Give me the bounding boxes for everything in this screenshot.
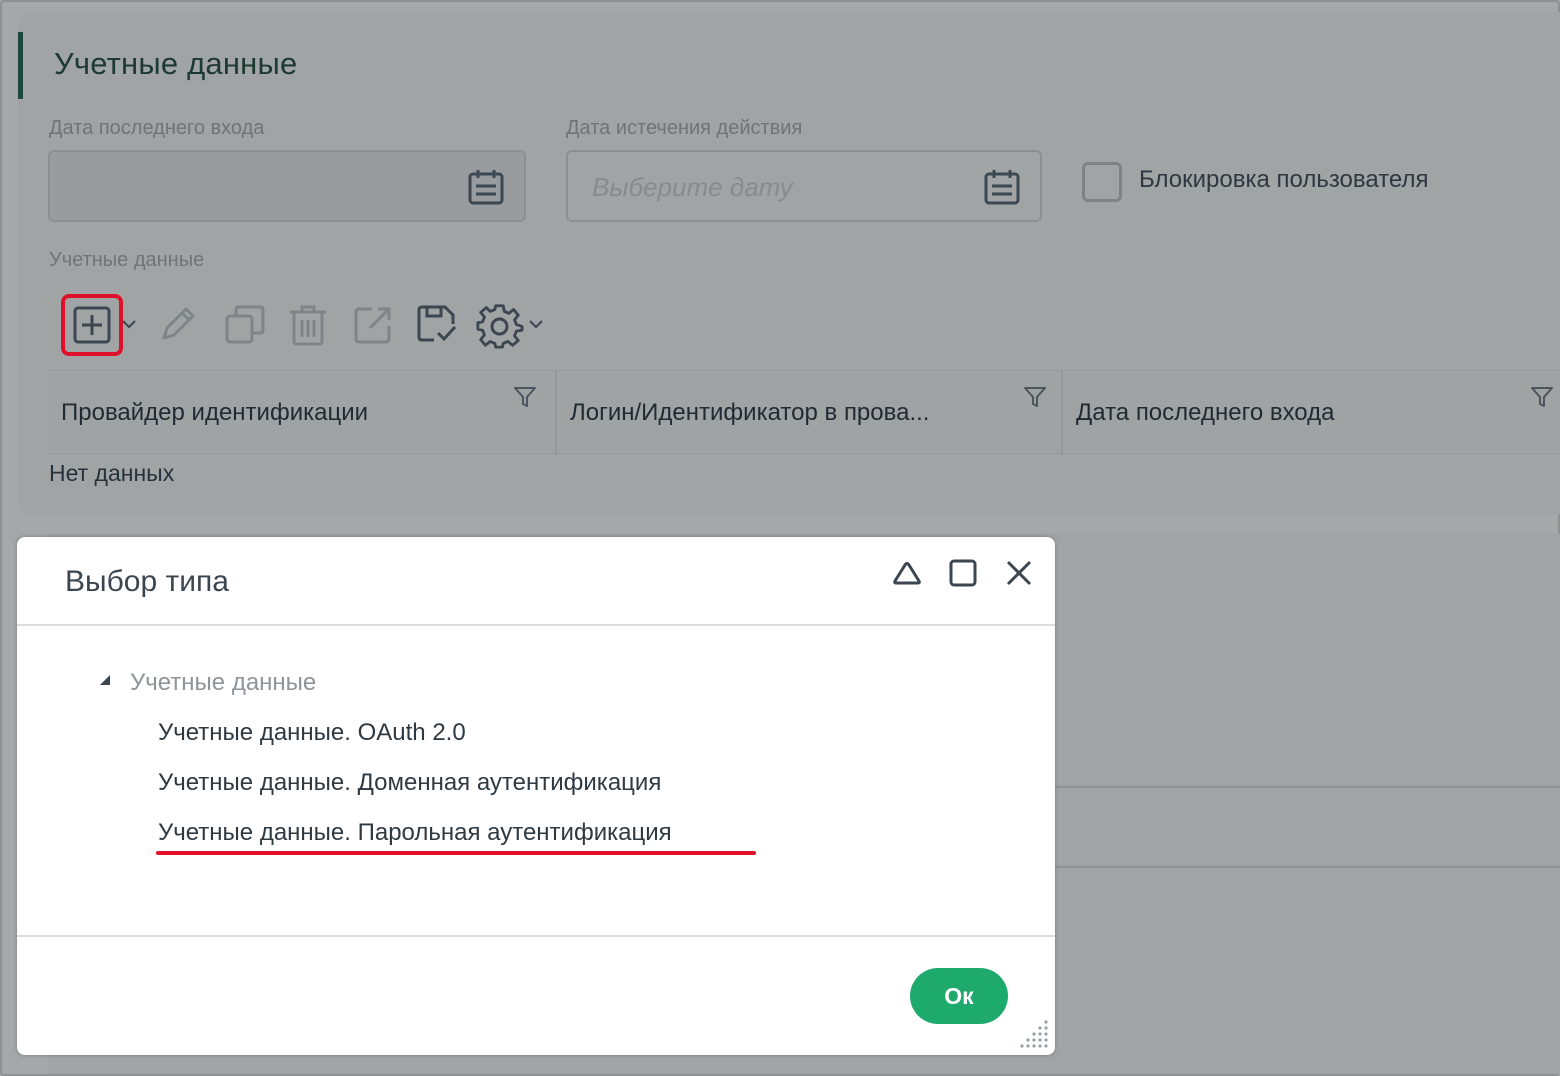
copy-icon[interactable] xyxy=(222,302,268,348)
column-header-login[interactable]: Логин/Идентификатор в прова... xyxy=(557,371,1063,455)
add-icon xyxy=(73,306,111,344)
divider xyxy=(1055,786,1560,788)
column-header-label: Логин/Идентификатор в прова... xyxy=(570,399,930,426)
filter-icon[interactable] xyxy=(1530,385,1554,409)
dialog-title: Выбор типа xyxy=(65,565,229,598)
section-title: Учетные данные xyxy=(54,46,298,81)
calendar-icon xyxy=(468,170,504,205)
empty-table-text: Нет данных xyxy=(49,460,175,486)
highlight-underline xyxy=(156,851,756,855)
chevron-down-icon[interactable] xyxy=(120,317,138,331)
tree-item-oauth[interactable]: Учетные данные. OAuth 2.0 xyxy=(158,719,466,747)
tree-item-domain-auth[interactable]: Учетные данные. Доменная аутентификация xyxy=(158,769,661,797)
edit-icon[interactable] xyxy=(156,300,202,346)
column-header-last-login[interactable]: Дата последнего входа xyxy=(1063,371,1560,455)
chevron-down-icon[interactable] xyxy=(527,317,545,331)
last-login-field xyxy=(48,150,526,222)
open-external-icon[interactable] xyxy=(350,302,396,348)
delete-icon[interactable] xyxy=(286,302,330,348)
expiry-date-placeholder: Выберите дату xyxy=(592,172,793,202)
close-icon[interactable] xyxy=(1003,557,1035,589)
resize-handle-icon[interactable] xyxy=(1019,1019,1049,1049)
expiry-date-label: Дата истечения действия xyxy=(566,117,803,139)
tree-expand-icon[interactable] xyxy=(99,674,111,686)
type-selection-dialog: Выбор типа Учетные данные Учетные данные… xyxy=(17,537,1055,1055)
table-header: Провайдер идентификации Логин/Идентифика… xyxy=(48,370,1560,455)
settings-icon[interactable] xyxy=(476,302,524,350)
collapse-icon[interactable] xyxy=(891,557,923,589)
section-accent-bar xyxy=(18,32,23,99)
expiry-date-field[interactable]: Выберите дату xyxy=(566,150,1042,222)
save-check-icon[interactable] xyxy=(414,302,460,348)
tree-item-password-auth[interactable]: Учетные данные. Парольная аутентификация xyxy=(158,819,672,847)
column-header-label: Провайдер идентификации xyxy=(61,399,369,426)
block-user-label: Блокировка пользователя xyxy=(1139,166,1429,193)
block-user-checkbox[interactable] xyxy=(1082,162,1122,202)
filter-icon[interactable] xyxy=(513,385,537,409)
dialog-header-divider xyxy=(17,624,1055,626)
calendar-icon[interactable] xyxy=(982,167,1022,207)
ok-button[interactable]: Ок xyxy=(910,968,1008,1024)
add-button[interactable] xyxy=(61,294,123,356)
column-header-label: Дата последнего входа xyxy=(1076,399,1335,426)
maximize-icon[interactable] xyxy=(947,557,979,589)
credentials-grid-label: Учетные данные xyxy=(49,249,205,271)
divider xyxy=(1055,866,1560,868)
column-header-provider[interactable]: Провайдер идентификации xyxy=(48,371,557,455)
tree-root-item[interactable]: Учетные данные xyxy=(130,669,316,697)
filter-icon[interactable] xyxy=(1023,385,1047,409)
dialog-footer-divider xyxy=(17,935,1055,937)
last-login-label: Дата последнего входа xyxy=(49,117,265,139)
